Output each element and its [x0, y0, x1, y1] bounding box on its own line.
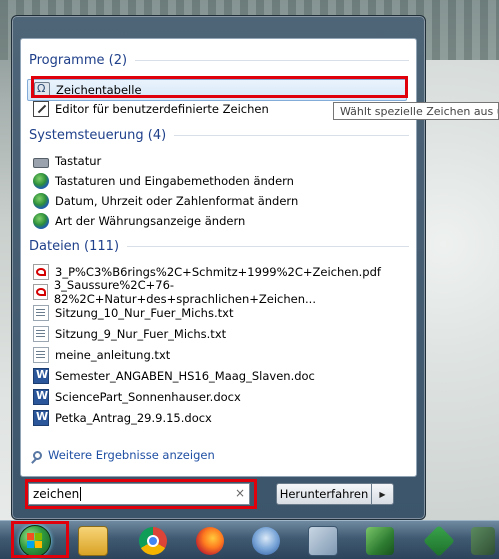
clear-search-icon[interactable]: ×	[233, 486, 247, 500]
shutdown-options-button[interactable]: ▶	[372, 483, 394, 505]
taskbar-firefox[interactable]	[191, 524, 229, 557]
magnifier-icon	[33, 450, 42, 460]
search-input[interactable]: zeichen	[28, 483, 250, 505]
section-title: Programme (2)	[29, 52, 128, 68]
character-map-icon	[34, 82, 50, 98]
tooltip: Wählt spezielle Zeichen aus und	[333, 102, 499, 120]
more-results-link[interactable]: Weitere Ergebnisse anzeigen	[27, 445, 327, 465]
section-header-files[interactable]: Dateien (111)	[29, 237, 409, 255]
result-label: Sitzung_10_Nur_Fuer_Michs.txt	[55, 306, 234, 320]
result-label: SciencePart_Sonnenhauser.docx	[55, 390, 241, 404]
result-label: Sitzung_9_Nur_Fuer_Michs.txt	[55, 327, 227, 341]
taskbar-app[interactable]	[466, 524, 499, 557]
result-item-zeichentabelle[interactable]: Zeichentabelle	[27, 79, 407, 101]
result-label: Petka_Antrag_29.9.15.docx	[55, 411, 212, 425]
word-doc-icon	[33, 368, 49, 384]
network-icon	[308, 525, 338, 556]
windows-explorer-icon	[78, 525, 108, 556]
word-doc-icon	[33, 389, 49, 405]
app-icon	[470, 526, 495, 555]
result-item-file[interactable]: 3_Saussure%2C+76-82%2C+Natur+des+sprachl…	[27, 278, 405, 306]
start-button[interactable]	[16, 524, 54, 557]
result-item-tastatur[interactable]: Tastatur	[27, 151, 405, 171]
taskbar-thunderbird[interactable]	[247, 524, 285, 557]
result-label: Art der Währungsanzeige ändern	[55, 214, 246, 228]
shutdown-button[interactable]: Herunterfahren	[276, 483, 372, 505]
result-item-file[interactable]: Semester_ANGABEN_HS16_Maag_Slaven.doc	[27, 366, 405, 386]
pdf-icon	[33, 264, 49, 280]
section-divider	[135, 59, 409, 61]
private-character-editor-icon	[33, 101, 49, 117]
result-item-file[interactable]: Sitzung_9_Nur_Fuer_Michs.txt	[27, 324, 405, 344]
globe-icon	[33, 193, 49, 209]
result-item-file[interactable]: meine_anleitung.txt	[27, 345, 405, 365]
desktop-wallpaper	[420, 60, 499, 520]
section-divider	[127, 245, 409, 247]
result-item-datum-uhrzeit[interactable]: Datum, Uhrzeit oder Zahlenformat ändern	[27, 191, 405, 211]
more-results-label: Weitere Ergebnisse anzeigen	[48, 448, 215, 462]
result-item-waehrungsanzeige[interactable]: Art der Währungsanzeige ändern	[27, 211, 405, 231]
vim-icon	[423, 524, 455, 557]
search-value: zeichen	[33, 487, 80, 501]
globe-icon	[33, 173, 49, 189]
taskbar-security[interactable]	[361, 524, 399, 557]
result-label: Tastaturen und Eingabemethoden ändern	[55, 174, 294, 188]
text-file-icon	[33, 326, 49, 342]
text-file-icon	[33, 305, 49, 321]
result-label: Datum, Uhrzeit oder Zahlenformat ändern	[55, 194, 299, 208]
security-icon	[366, 526, 394, 555]
taskbar	[0, 520, 499, 559]
thunderbird-icon	[252, 526, 280, 555]
taskbar-network[interactable]	[304, 524, 342, 557]
section-divider	[174, 134, 409, 136]
result-item-file[interactable]: SciencePart_Sonnenhauser.docx	[27, 387, 405, 407]
chrome-icon	[139, 526, 167, 555]
word-doc-icon	[33, 410, 49, 426]
result-item-file[interactable]: Petka_Antrag_29.9.15.docx	[27, 408, 405, 428]
pdf-icon	[33, 284, 48, 300]
taskbar-chrome[interactable]	[134, 524, 172, 557]
globe-icon	[33, 213, 49, 229]
result-item-tastaturen-eingabemethoden[interactable]: Tastaturen und Eingabemethoden ändern	[27, 171, 405, 191]
text-file-icon	[33, 347, 49, 363]
section-header-control-panel[interactable]: Systemsteuerung (4)	[29, 126, 409, 144]
result-label: Editor für benutzerdefinierte Zeichen	[55, 102, 269, 116]
section-title: Dateien (111)	[29, 238, 120, 254]
firefox-icon	[196, 526, 224, 555]
taskbar-vim[interactable]	[420, 524, 458, 557]
section-title: Systemsteuerung (4)	[29, 127, 167, 143]
section-header-programs[interactable]: Programme (2)	[29, 51, 409, 69]
result-label: 3_Saussure%2C+76-82%2C+Natur+des+sprachl…	[53, 278, 316, 306]
taskbar-explorer[interactable]	[74, 524, 112, 557]
start-orb-icon	[19, 524, 51, 557]
text-caret	[80, 487, 82, 501]
result-label: meine_anleitung.txt	[55, 348, 171, 362]
keyboard-icon	[33, 157, 49, 168]
result-label: Zeichentabelle	[56, 83, 142, 97]
result-label: Tastatur	[55, 154, 102, 168]
result-item-file[interactable]: Sitzung_10_Nur_Fuer_Michs.txt	[27, 303, 405, 323]
result-label: 3_P%C3%B6rings%2C+Schmitz+1999%2C+Zeiche…	[55, 265, 381, 279]
result-label: Semester_ANGABEN_HS16_Maag_Slaven.doc	[55, 369, 315, 383]
